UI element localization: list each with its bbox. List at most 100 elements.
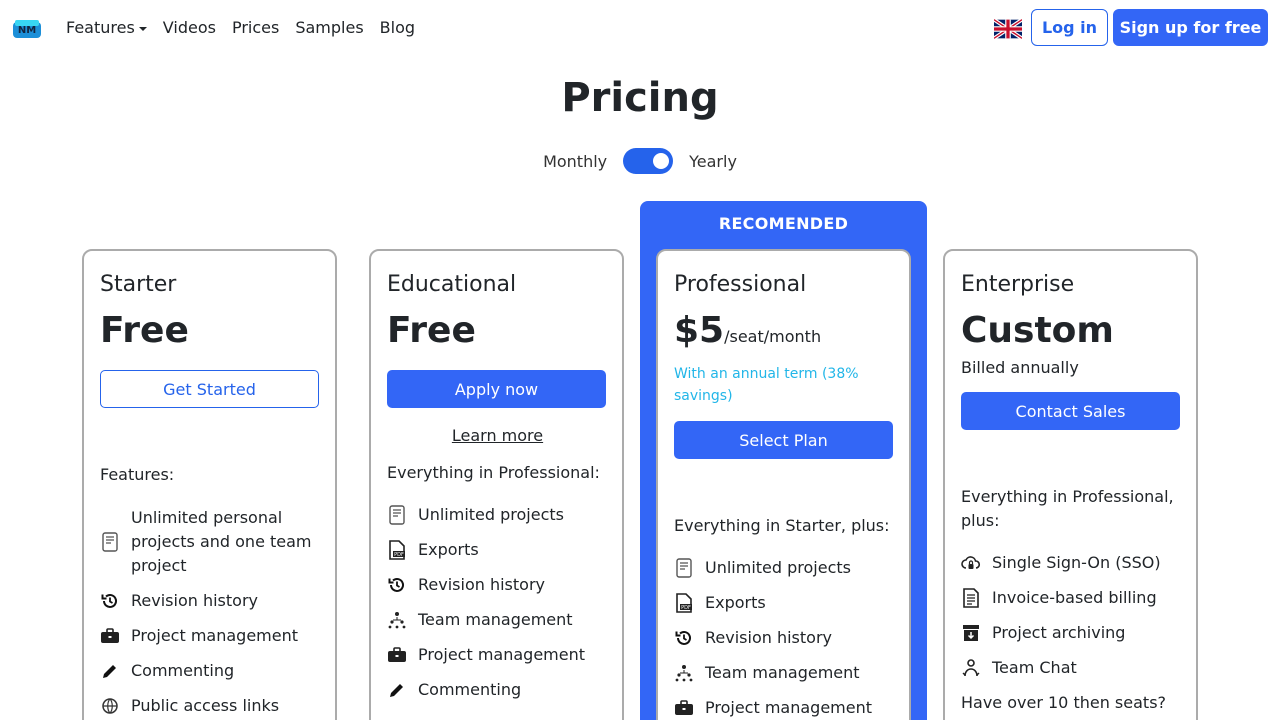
page-title: Pricing <box>561 75 719 121</box>
seats-question: Have over 10 then seats? <box>961 693 1167 712</box>
features-title: Everything in Professional, plus: <box>961 487 1174 530</box>
feature-label: Exports <box>418 540 479 559</box>
uk-flag-icon[interactable] <box>994 19 1022 39</box>
list-item: Unlimited personal projects and one team… <box>100 506 321 578</box>
svg-text:PDF: PDF <box>681 605 691 611</box>
list-item: Commenting <box>100 659 321 683</box>
feature-label: Unlimited projects <box>418 505 564 524</box>
list-item: Public access links <box>100 694 321 718</box>
price-amount: $5 <box>674 310 725 351</box>
list-item: Unlimited projects <box>387 503 608 527</box>
list-item: Single Sign-On (SSO) <box>961 551 1182 575</box>
feature-label: Project archiving <box>992 623 1126 642</box>
nav-links: Features Videos Prices Samples Blog <box>58 17 423 39</box>
feature-label: Team management <box>418 610 573 629</box>
feature-label: Unlimited personal projects and one team… <box>131 508 312 575</box>
features-title: Features: <box>100 465 175 484</box>
team-icon <box>674 663 694 683</box>
team-icon <box>387 610 407 630</box>
feature-label: Project management <box>418 645 586 664</box>
list-item: Revision history <box>674 626 895 650</box>
pencil-icon <box>387 680 407 700</box>
archive-icon <box>961 623 981 643</box>
document-icon <box>100 532 120 552</box>
contact-sales-button[interactable]: Contact Sales <box>961 392 1180 430</box>
document-icon <box>674 558 694 578</box>
brand-logo-icon[interactable]: NM <box>12 18 42 40</box>
feature-list: Unlimited personal projects and one team… <box>100 506 321 718</box>
login-button[interactable]: Log in <box>1031 9 1108 46</box>
history-icon <box>387 575 407 595</box>
nav-features-dropdown[interactable]: Features <box>58 17 155 39</box>
nav-videos-link[interactable]: Videos <box>155 17 224 39</box>
plan-price: $5/seat/month <box>674 309 895 359</box>
list-item: Project management <box>674 696 895 720</box>
plan-name: Starter <box>100 272 177 297</box>
feature-list: Single Sign-On (SSO) Invoice-based billi… <box>961 551 1182 680</box>
price-note: With an annual term (38% savings) <box>674 366 859 404</box>
document-icon <box>387 505 407 525</box>
feature-label: Revision history <box>131 591 258 610</box>
svg-text:NM: NM <box>18 25 36 36</box>
feature-label: Team management <box>705 663 860 682</box>
plan-name: Enterprise <box>961 272 1075 297</box>
history-icon <box>674 628 694 648</box>
nav-blog-link[interactable]: Blog <box>372 17 423 39</box>
history-icon <box>100 591 120 611</box>
nav-features-label: Features <box>66 18 135 37</box>
chevron-down-icon <box>138 26 147 31</box>
list-item: Team management <box>674 661 895 685</box>
recommended-label: RECOMENDED <box>718 214 849 233</box>
feature-label: Invoice-based billing <box>992 588 1157 607</box>
plan-card-educational: Educational Free Apply now Learn more Ev… <box>369 249 624 720</box>
briefcase-icon <box>674 698 694 718</box>
list-item: Commenting <box>387 678 608 702</box>
briefcase-icon <box>100 626 120 646</box>
plan-price: Free <box>100 310 189 351</box>
list-item: Team management <box>387 608 608 632</box>
plan-price: Free <box>387 310 476 351</box>
billing-toggle-row: Monthly Yearly <box>0 148 1280 174</box>
yearly-label[interactable]: Yearly <box>689 152 737 171</box>
billing-note: Billed annually <box>961 358 1079 377</box>
plan-name: Professional <box>674 272 807 297</box>
pencil-icon <box>100 661 120 681</box>
list-item: Project archiving <box>961 621 1182 645</box>
feature-label: Commenting <box>131 661 235 680</box>
toggle-knob <box>653 153 670 169</box>
list-item: PDF Exports <box>674 591 895 615</box>
features-title: Everything in Professional: <box>387 463 600 482</box>
plan-card-starter: Starter Free Get Started Features: Unlim… <box>82 249 337 720</box>
billing-period-toggle[interactable] <box>623 148 674 174</box>
learn-more-link[interactable]: Learn more <box>387 426 608 445</box>
feature-list: Unlimited projects PDF Exports Revision … <box>674 556 895 720</box>
plan-name: Educational <box>387 272 517 297</box>
plan-card-enterprise: Enterprise Custom Billed annually Contac… <box>943 249 1198 720</box>
list-item: Revision history <box>100 589 321 613</box>
feature-label: Unlimited projects <box>705 558 851 577</box>
monthly-label[interactable]: Monthly <box>543 152 607 171</box>
pdf-icon: PDF <box>674 593 694 613</box>
list-item: Unlimited projects <box>674 556 895 580</box>
feature-label: Commenting <box>418 680 522 699</box>
feature-label: Exports <box>705 593 766 612</box>
feature-list: Unlimited projects PDF Exports Revision … <box>387 503 608 702</box>
signup-button[interactable]: Sign up for free <box>1113 9 1268 46</box>
apply-now-button[interactable]: Apply now <box>387 370 606 408</box>
list-item: Revision history <box>387 573 608 597</box>
feature-label: Project management <box>705 698 873 717</box>
select-plan-button[interactable]: Select Plan <box>674 421 893 459</box>
feature-label: Revision history <box>705 628 832 647</box>
briefcase-icon <box>387 645 407 665</box>
plan-price: Custom <box>961 310 1114 351</box>
plan-card-professional: Professional $5/seat/month With an annua… <box>656 249 911 720</box>
feature-label: Project management <box>131 626 299 645</box>
invoice-icon <box>961 588 981 608</box>
list-item: PDF Exports <box>387 538 608 562</box>
features-title: Everything in Starter, plus: <box>674 516 890 535</box>
chat-user-icon <box>961 658 981 678</box>
nav-prices-link[interactable]: Prices <box>224 17 287 39</box>
top-navbar: NM Features Videos Prices Samples Blog L… <box>0 0 1280 56</box>
nav-samples-link[interactable]: Samples <box>287 17 371 39</box>
get-started-button[interactable]: Get Started <box>100 370 319 408</box>
